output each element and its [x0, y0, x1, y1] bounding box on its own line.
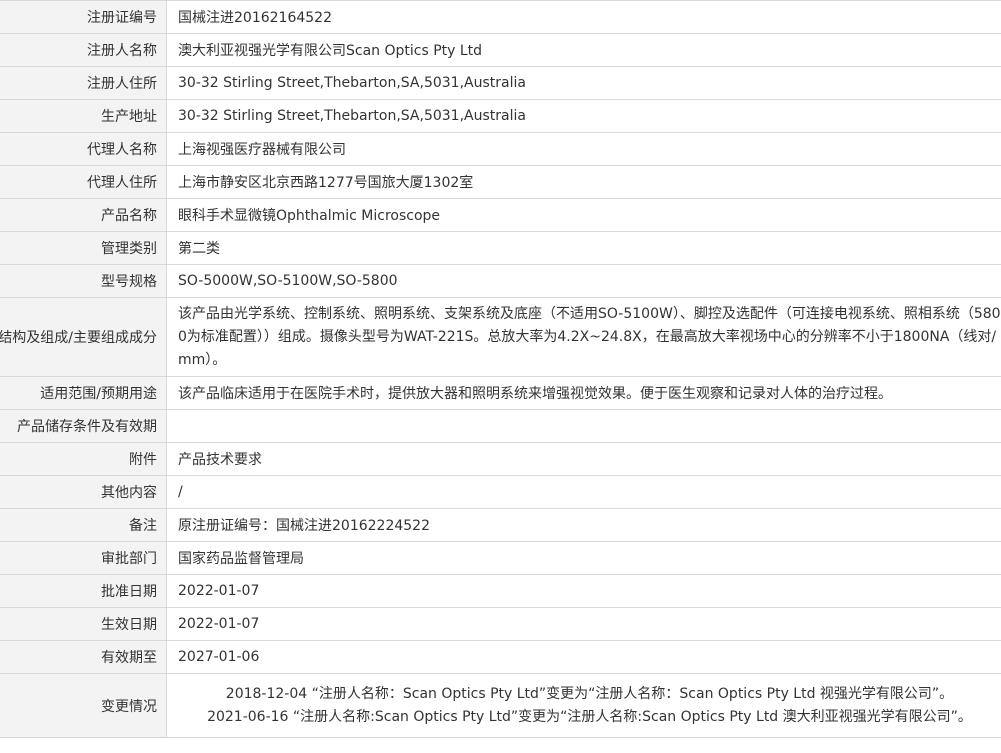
- row-label: 备注: [0, 509, 167, 541]
- row-label: 注册人住所: [0, 67, 167, 99]
- row-label: 生产地址: [0, 100, 167, 132]
- row-value: 2027-01-06: [178, 649, 260, 665]
- label-text: 代理人名称: [87, 142, 157, 158]
- label-text: 变更情况: [101, 698, 157, 715]
- label-text: 产品储存条件及有效期: [17, 419, 157, 435]
- change-entry: 2021-06-16 “注册人名称:Scan Optics Pty Ltd”变更…: [207, 708, 972, 725]
- row-value: 上海视强医疗器械有限公司: [178, 142, 346, 158]
- value-text: 该产品由光学系统、控制系统、照明系统、支架系统及底座（不适用SO-5100W）、…: [178, 305, 1001, 368]
- row-label: 生效日期: [0, 608, 167, 640]
- row-label: 适用范围/预期用途: [0, 377, 167, 409]
- label-text: 有效期至: [101, 650, 157, 666]
- row-label: 有效期至: [0, 641, 167, 673]
- table-row-other-content: 其他内容 /: [0, 476, 1001, 509]
- row-label: 型号规格: [0, 265, 167, 297]
- row-label: 变更情况: [0, 674, 167, 737]
- row-label: 批准日期: [0, 575, 167, 607]
- label-text: 结构及组成/主要组成成分: [0, 330, 157, 346]
- label-text: 型号规格: [101, 274, 157, 290]
- row-value: [167, 410, 1001, 442]
- table-row-remarks: 备注 原注册证编号：国械注进20162224522: [0, 509, 1001, 542]
- table-row-structure-composition: 结构及组成/主要组成成分 该产品由光学系统、控制系统、照明系统、支架系统及底座（…: [0, 298, 1001, 377]
- row-value: 第二类: [178, 241, 220, 257]
- label-text: 生产地址: [101, 109, 157, 125]
- table-row-approval-date: 批准日期 2022-01-07: [0, 575, 1001, 608]
- table-row-agent-name: 代理人名称 上海视强医疗器械有限公司: [0, 133, 1001, 166]
- table-row-registrant-address: 注册人住所 30-32 Stirling Street,Thebarton,SA…: [0, 67, 1001, 100]
- row-value: 国家药品监督管理局: [178, 551, 304, 567]
- table-row-production-address: 生产地址 30-32 Stirling Street,Thebarton,SA,…: [0, 100, 1001, 133]
- row-value: 眼科手术显微镜Ophthalmic Microscope: [178, 208, 441, 224]
- label-text: 注册证编号: [87, 10, 157, 26]
- label-text: 生效日期: [101, 617, 157, 633]
- table-row-management-category: 管理类别 第二类: [0, 232, 1001, 265]
- row-label: 结构及组成/主要组成成分: [0, 298, 167, 376]
- table-row-model-spec: 型号规格 SO-5000W,SO-5100W,SO-5800: [0, 265, 1001, 298]
- table-row-intended-use: 适用范围/预期用途 该产品临床适用于在医院手术时，提供放大器和照明系统来增强视觉…: [0, 377, 1001, 410]
- row-value: 澳大利亚视强光学有限公司Scan Optics Pty Ltd: [178, 43, 483, 59]
- label-text: 管理类别: [101, 241, 157, 257]
- row-label: 注册证编号: [0, 1, 167, 33]
- label-text: 附件: [129, 452, 157, 468]
- row-value: 30-32 Stirling Street,Thebarton,SA,5031,…: [178, 108, 526, 124]
- table-row-attachments: 附件 产品技术要求: [0, 443, 1001, 476]
- table-row-valid-until: 有效期至 2027-01-06: [0, 641, 1001, 674]
- row-value: 30-32 Stirling Street,Thebarton,SA,5031,…: [178, 75, 526, 91]
- row-value: 该产品由光学系统、控制系统、照明系统、支架系统及底座（不适用SO-5100W）、…: [167, 298, 1001, 376]
- label-text: 其他内容: [101, 485, 157, 501]
- table-row-product-name: 产品名称 眼科手术显微镜Ophthalmic Microscope: [0, 199, 1001, 232]
- table-row-change-history: 变更情况 2018-12-04 “注册人名称：Scan Optics Pty L…: [0, 674, 1001, 738]
- label-text: 注册人名称: [87, 43, 157, 59]
- label-text: 产品名称: [101, 208, 157, 224]
- row-label: 产品名称: [0, 199, 167, 231]
- table-row-agent-address: 代理人住所 上海市静安区北京西路1277号国旅大厦1302室: [0, 166, 1001, 199]
- row-value: /: [178, 484, 183, 500]
- row-value: 国械注进20162164522: [178, 10, 332, 26]
- table-row-approval-department: 审批部门 国家药品监督管理局: [0, 542, 1001, 575]
- change-entry: 2018-12-04 “注册人名称：Scan Optics Pty Ltd”变更…: [225, 685, 954, 702]
- row-value: 上海市静安区北京西路1277号国旅大厦1302室: [178, 175, 474, 191]
- row-label: 注册人名称: [0, 34, 167, 66]
- table-row-effective-date: 生效日期 2022-01-07: [0, 608, 1001, 641]
- row-label: 其他内容: [0, 476, 167, 508]
- row-label: 审批部门: [0, 542, 167, 574]
- row-label: 附件: [0, 443, 167, 475]
- label-text: 审批部门: [101, 551, 157, 567]
- row-label: 代理人名称: [0, 133, 167, 165]
- label-text: 批准日期: [101, 584, 157, 600]
- row-value: 2018-12-04 “注册人名称：Scan Optics Pty Ltd”变更…: [167, 674, 1001, 737]
- label-text: 备注: [129, 518, 157, 534]
- row-value: 该产品临床适用于在医院手术时，提供放大器和照明系统来增强视觉效果。便于医生观察和…: [178, 386, 892, 402]
- row-label: 管理类别: [0, 232, 167, 264]
- label-text: 注册人住所: [87, 76, 157, 92]
- row-value: 2022-01-07: [178, 583, 260, 599]
- row-label: 产品储存条件及有效期: [0, 410, 167, 442]
- table-row-registrant-name: 注册人名称 澳大利亚视强光学有限公司Scan Optics Pty Ltd: [0, 34, 1001, 67]
- row-value: 产品技术要求: [178, 452, 262, 468]
- row-value: SO-5000W,SO-5100W,SO-5800: [178, 273, 398, 289]
- label-text: 适用范围/预期用途: [40, 386, 157, 402]
- row-value: 原注册证编号：国械注进20162224522: [178, 518, 430, 534]
- registration-info-table: 注册证编号 国械注进20162164522 注册人名称 澳大利亚视强光学有限公司…: [0, 0, 1001, 738]
- label-text: 代理人住所: [87, 175, 157, 191]
- table-row-storage-conditions: 产品储存条件及有效期: [0, 410, 1001, 443]
- row-value: 2022-01-07: [178, 616, 260, 632]
- table-row-registration-number: 注册证编号 国械注进20162164522: [0, 1, 1001, 34]
- row-label: 代理人住所: [0, 166, 167, 198]
